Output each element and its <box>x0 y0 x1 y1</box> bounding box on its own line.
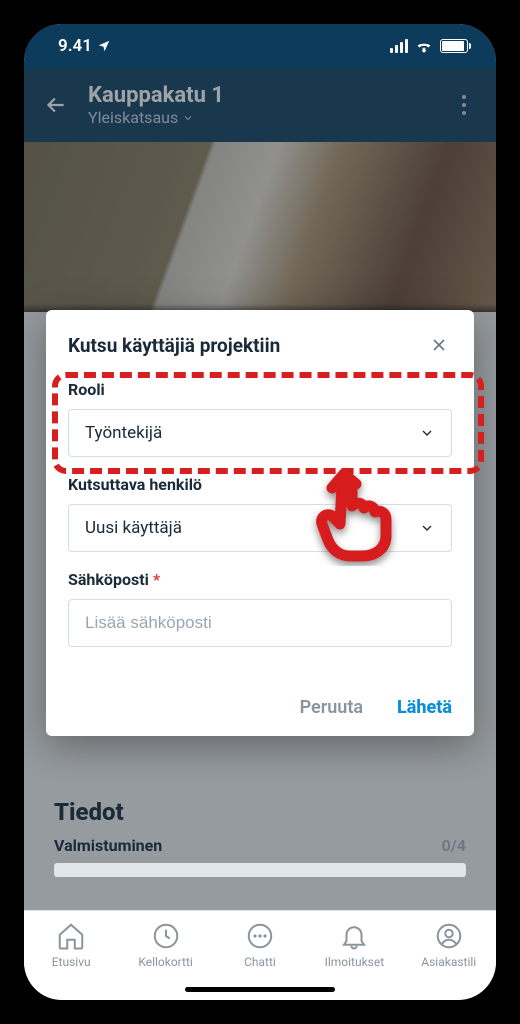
progress-label: Valmistuminen <box>54 836 162 855</box>
close-button[interactable] <box>426 332 452 358</box>
home-indicator <box>185 987 335 992</box>
status-bar: 9.41 <box>24 24 496 68</box>
cancel-button[interactable]: Peruuta <box>300 697 363 718</box>
person-value: Uusi käyttäjä <box>85 518 182 538</box>
tab-account[interactable]: Asiakastili <box>404 921 494 969</box>
more-button[interactable] <box>450 95 478 115</box>
tab-label: Asiakastili <box>421 955 476 969</box>
chat-icon <box>245 921 275 951</box>
status-time-group: 9.41 <box>58 36 111 56</box>
modal-title: Kutsu käyttäjiä projektiin <box>68 334 280 357</box>
tab-label: Kellokortti <box>138 955 192 969</box>
status-indicators <box>390 39 468 53</box>
cellular-icon <box>390 39 408 53</box>
tab-chat[interactable]: Chatti <box>215 921 305 969</box>
chevron-down-icon <box>182 112 194 124</box>
progress-bar <box>54 863 466 877</box>
tab-label: Chatti <box>244 955 276 969</box>
progress-row: Valmistuminen 0/4 <box>50 836 470 863</box>
chevron-down-icon <box>419 520 435 536</box>
progress-value: 0/4 <box>442 836 466 855</box>
tab-timecard[interactable]: Kellokortti <box>121 921 211 969</box>
details-title: Tiedot <box>54 798 466 826</box>
device-frame: 9.41 Kauppakatu 1 Yleiskatsaus <box>10 10 510 1014</box>
invite-modal: Kutsu käyttäjiä projektiin Rooli Työntek… <box>46 310 474 736</box>
tab-label: Etusivu <box>52 955 91 969</box>
page-title: Kauppakatu 1 <box>88 83 432 108</box>
email-input[interactable] <box>68 599 452 647</box>
status-time: 9.41 <box>58 36 92 56</box>
battery-icon <box>440 39 468 53</box>
back-button[interactable] <box>42 91 70 119</box>
email-label: Sähköposti * <box>68 570 452 589</box>
bell-icon <box>339 921 369 951</box>
submit-button[interactable]: Lähetä <box>397 697 452 718</box>
role-label: Rooli <box>68 380 452 399</box>
required-mark: * <box>153 570 160 589</box>
wifi-icon <box>414 39 434 53</box>
role-value: Työntekijä <box>85 423 162 443</box>
tab-home[interactable]: Etusivu <box>26 921 116 969</box>
tab-label: Ilmoitukset <box>325 955 385 969</box>
home-icon <box>56 921 86 951</box>
role-select[interactable]: Työntekijä <box>68 409 452 457</box>
app-header: Kauppakatu 1 Yleiskatsaus <box>24 68 496 142</box>
screen: 9.41 Kauppakatu 1 Yleiskatsaus <box>24 24 496 1000</box>
tab-notifications[interactable]: Ilmoitukset <box>309 921 399 969</box>
tab-bar: Etusivu Kellokortti Chatti Ilmoitukset A… <box>24 910 496 1000</box>
user-icon <box>434 921 464 951</box>
breadcrumb[interactable]: Yleiskatsaus <box>88 108 432 127</box>
person-label: Kutsuttava henkilö <box>68 475 452 494</box>
location-icon <box>97 39 111 53</box>
breadcrumb-label: Yleiskatsaus <box>88 108 178 127</box>
chevron-down-icon <box>419 425 435 441</box>
header-titles: Kauppakatu 1 Yleiskatsaus <box>88 83 432 127</box>
clock-icon <box>151 921 181 951</box>
person-select[interactable]: Uusi käyttäjä <box>68 504 452 552</box>
project-hero-image <box>24 142 496 312</box>
